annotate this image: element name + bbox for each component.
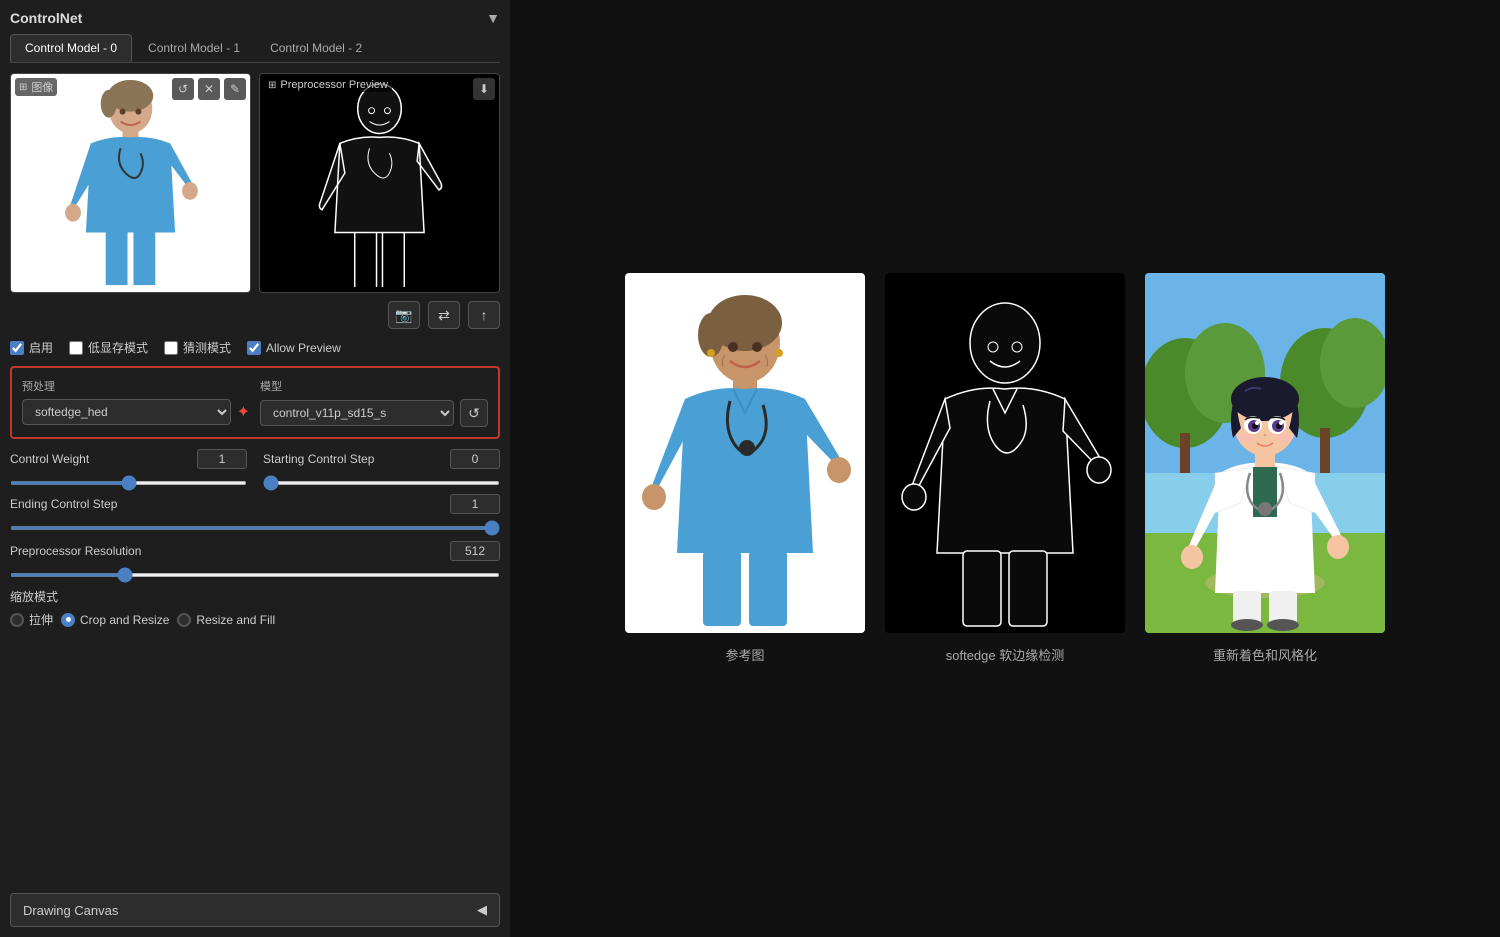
edge-detection-image: [260, 74, 499, 292]
gallery-caption-edge: softedge 软边缘检测: [946, 645, 1065, 664]
preprocessor-select-row: softedge_hed ✦: [22, 399, 250, 425]
preview-image-box[interactable]: ⊞ Preprocessor Preview ⬇: [259, 73, 500, 293]
source-nurse-image: [11, 74, 250, 292]
drawing-canvas-icon: ◀: [477, 902, 487, 918]
ending-step-value[interactable]: 1: [450, 494, 500, 514]
gallery-item-edge: softedge 软边缘检测: [885, 273, 1125, 664]
preprocessor-resolution-header: Preprocessor Resolution 512: [10, 541, 500, 561]
zoom-section: 缩放模式 拉伸 Crop and Resize Resize and Fill: [10, 588, 500, 628]
tab-control-model-2[interactable]: Control Model - 2: [256, 34, 376, 62]
source-close-btn[interactable]: ✕: [198, 78, 220, 100]
preview-image-buttons: ⬇: [473, 78, 495, 100]
gallery-img-edge: [885, 273, 1125, 633]
gallery: 参考图: [625, 273, 1385, 664]
ending-step-header: Ending Control Step 1: [10, 494, 500, 514]
zoom-option-stretch-label: 拉伸: [29, 611, 53, 628]
preview-image-label: ⊞ Preprocessor Preview: [264, 78, 392, 92]
zoom-option-stretch[interactable]: 拉伸: [10, 611, 53, 628]
allow-preview-checkbox[interactable]: [247, 341, 261, 355]
source-image-box[interactable]: ⊞ 图像 ↺ ✕ ✎: [10, 73, 251, 293]
preprocessor-resolution-slider[interactable]: [10, 573, 500, 577]
action-row: 📷 ⇄ ↑: [10, 301, 500, 329]
zoom-option-crop-resize-label: Crop and Resize: [80, 613, 169, 627]
preprocessor-select[interactable]: softedge_hed: [22, 399, 231, 425]
ending-step-label: Ending Control Step: [10, 497, 140, 511]
zoom-option-resize-fill[interactable]: Resize and Fill: [177, 611, 275, 628]
model-refresh-btn[interactable]: ↺: [460, 399, 488, 427]
gallery-img-stylized: [1145, 273, 1385, 633]
guess-mode-checkbox[interactable]: [164, 341, 178, 355]
drawing-canvas[interactable]: Drawing Canvas ◀: [10, 893, 500, 927]
panel-title: ControlNet: [10, 10, 82, 26]
gallery-edge-svg: [885, 273, 1125, 633]
zoom-option-crop-resize[interactable]: Crop and Resize: [61, 611, 169, 628]
gallery-img-reference: [625, 273, 865, 633]
gallery-item-stylized: 重新着色和风格化: [1145, 273, 1385, 664]
edge-detection-svg: [260, 74, 499, 292]
control-weight-value[interactable]: 1: [197, 449, 247, 469]
zoom-options: 拉伸 Crop and Resize Resize and Fill: [10, 611, 500, 628]
preprocessor-resolution-value[interactable]: 512: [450, 541, 500, 561]
preview-download-btn[interactable]: ⬇: [473, 78, 495, 100]
zoom-label: 缩放模式: [10, 588, 500, 605]
control-weight-label: Control Weight: [10, 452, 140, 466]
model-select-row: control_v11p_sd15_s ↺: [260, 399, 488, 427]
source-image-buttons: ↺ ✕ ✎: [172, 78, 246, 100]
gallery-stylized-svg: [1145, 273, 1385, 633]
tabs-container: Control Model - 0 Control Model - 1 Cont…: [10, 34, 500, 63]
preprocessor-label: 预处理: [22, 378, 250, 394]
checkbox-allow-preview[interactable]: Allow Preview: [247, 341, 341, 355]
gallery-nurse-svg: [625, 273, 865, 633]
source-edit-btn[interactable]: ✎: [224, 78, 246, 100]
model-row: 预处理 softedge_hed ✦ 模型 control_v11p_sd15_…: [22, 378, 488, 427]
starting-step-value[interactable]: 0: [450, 449, 500, 469]
preprocessor-resolution-label: Preprocessor Resolution: [10, 544, 141, 558]
ending-step-slider[interactable]: [10, 526, 500, 530]
panel-toggle-icon[interactable]: ▼: [486, 10, 500, 26]
checkbox-guess-mode[interactable]: 猜测模式: [164, 339, 231, 356]
source-image-label: ⊞ 图像: [15, 78, 57, 96]
gallery-caption-reference: 参考图: [725, 645, 764, 664]
ending-step-group: Ending Control Step 1: [10, 494, 500, 533]
gallery-item-reference: 参考图: [625, 273, 865, 664]
gallery-caption-stylized: 重新着色和风格化: [1213, 645, 1317, 664]
nurse-photo-svg: [11, 74, 250, 292]
preprocessor-col: 预处理 softedge_hed ✦: [22, 378, 250, 427]
starting-step-col: Starting Control Step 0: [263, 449, 500, 488]
preprocessor-resolution-group: Preprocessor Resolution 512: [10, 541, 500, 580]
source-refresh-btn[interactable]: ↺: [172, 78, 194, 100]
tab-control-model-1[interactable]: Control Model - 1: [134, 34, 254, 62]
starting-step-header: Starting Control Step 0: [263, 449, 500, 469]
image-row: ⊞ 图像 ↺ ✕ ✎: [10, 73, 500, 293]
upload-btn[interactable]: ↑: [468, 301, 500, 329]
control-weight-header: Control Weight 1: [10, 449, 247, 469]
tab-control-model-0[interactable]: Control Model - 0: [10, 34, 132, 62]
starting-step-label: Starting Control Step: [263, 452, 393, 466]
right-panel: 参考图: [510, 0, 1500, 937]
swap-btn[interactable]: ⇄: [428, 301, 460, 329]
two-sliders-row: Control Weight 1 Starting Control Step 0: [10, 449, 500, 488]
control-weight-slider[interactable]: [10, 481, 247, 485]
camera-btn[interactable]: 📷: [388, 301, 420, 329]
zoom-option-resize-fill-label: Resize and Fill: [196, 613, 275, 627]
model-section: 预处理 softedge_hed ✦ 模型 control_v11p_sd15_…: [10, 366, 500, 439]
left-panel: ControlNet ▼ Control Model - 0 Control M…: [0, 0, 510, 937]
checkbox-enable[interactable]: 启用: [10, 339, 53, 356]
low-vram-checkbox[interactable]: [69, 341, 83, 355]
fire-icon: ✦: [237, 402, 250, 422]
drawing-canvas-label: Drawing Canvas: [23, 903, 118, 918]
zoom-radio-stretch[interactable]: [10, 613, 24, 627]
starting-step-slider[interactable]: [263, 481, 500, 485]
zoom-radio-crop-resize[interactable]: [61, 613, 75, 627]
model-col: 模型 control_v11p_sd15_s ↺: [260, 378, 488, 427]
enable-checkbox[interactable]: [10, 341, 24, 355]
model-label: 模型: [260, 378, 488, 394]
checkbox-low-vram[interactable]: 低显存模式: [69, 339, 148, 356]
control-weight-col: Control Weight 1: [10, 449, 247, 488]
zoom-radio-resize-fill[interactable]: [177, 613, 191, 627]
panel-header: ControlNet ▼: [10, 10, 500, 26]
checkbox-row: 启用 低显存模式 猜测模式 Allow Preview: [10, 339, 500, 356]
model-select[interactable]: control_v11p_sd15_s: [260, 400, 454, 426]
